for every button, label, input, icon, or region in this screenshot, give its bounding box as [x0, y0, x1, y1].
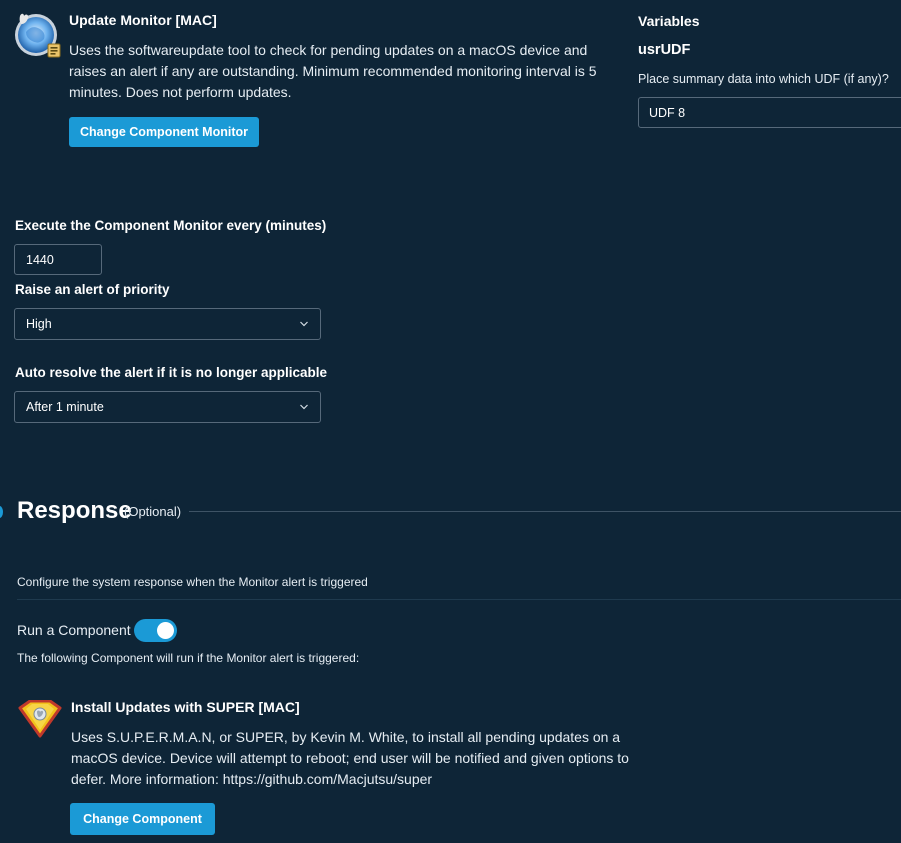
autoresolve-select-value: After 1 minute [26, 400, 104, 414]
priority-select[interactable]: High [14, 308, 321, 340]
section-marker [0, 506, 3, 518]
response-description: Configure the system response when the M… [17, 575, 368, 589]
priority-label: Raise an alert of priority [15, 282, 170, 297]
run-component-label: Run a Component [17, 622, 131, 638]
autoresolve-label: Auto resolve the alert if it is no longe… [15, 365, 328, 380]
monitor-title: Update Monitor [MAC] [69, 12, 217, 28]
udf-input-value: UDF 8 [649, 105, 686, 120]
variable-description: Place summary data into which UDF (if an… [638, 72, 889, 86]
priority-select-value: High [26, 317, 52, 331]
variable-name: usrUDF [638, 42, 691, 58]
response-optional-label: (Optional) [124, 504, 182, 519]
change-component-monitor-button[interactable]: Change Component Monitor [69, 117, 259, 147]
component-description: Uses S.U.P.E.R.M.A.N, or SUPER, by Kevin… [71, 729, 629, 787]
monitor-settings-page: Update Monitor [MAC] Uses the softwareup… [0, 0, 901, 843]
following-component-text: The following Component will run if the … [17, 651, 360, 665]
interval-label: Execute the Component Monitor every (min… [15, 218, 327, 233]
udf-input[interactable]: UDF 8 [638, 97, 901, 128]
monitor-description: Uses the softwareupdate tool to check fo… [69, 42, 597, 100]
component-title: Install Updates with SUPER [MAC] [71, 699, 300, 715]
chevron-down-icon [299, 318, 309, 328]
interval-input-value: 1440 [26, 252, 54, 267]
toggle-knob [157, 622, 174, 639]
chevron-down-icon [299, 401, 309, 411]
divider [17, 599, 901, 600]
autoresolve-select[interactable]: After 1 minute [14, 391, 321, 423]
change-component-button[interactable]: Change Component [70, 803, 215, 835]
section-divider [189, 511, 901, 512]
interval-input[interactable]: 1440 [14, 244, 102, 275]
superman-shield-icon [18, 699, 62, 738]
run-component-toggle[interactable] [134, 619, 177, 642]
response-heading: Response [17, 497, 132, 524]
variables-heading: Variables [638, 13, 700, 29]
mac-update-globe-icon [12, 10, 64, 60]
